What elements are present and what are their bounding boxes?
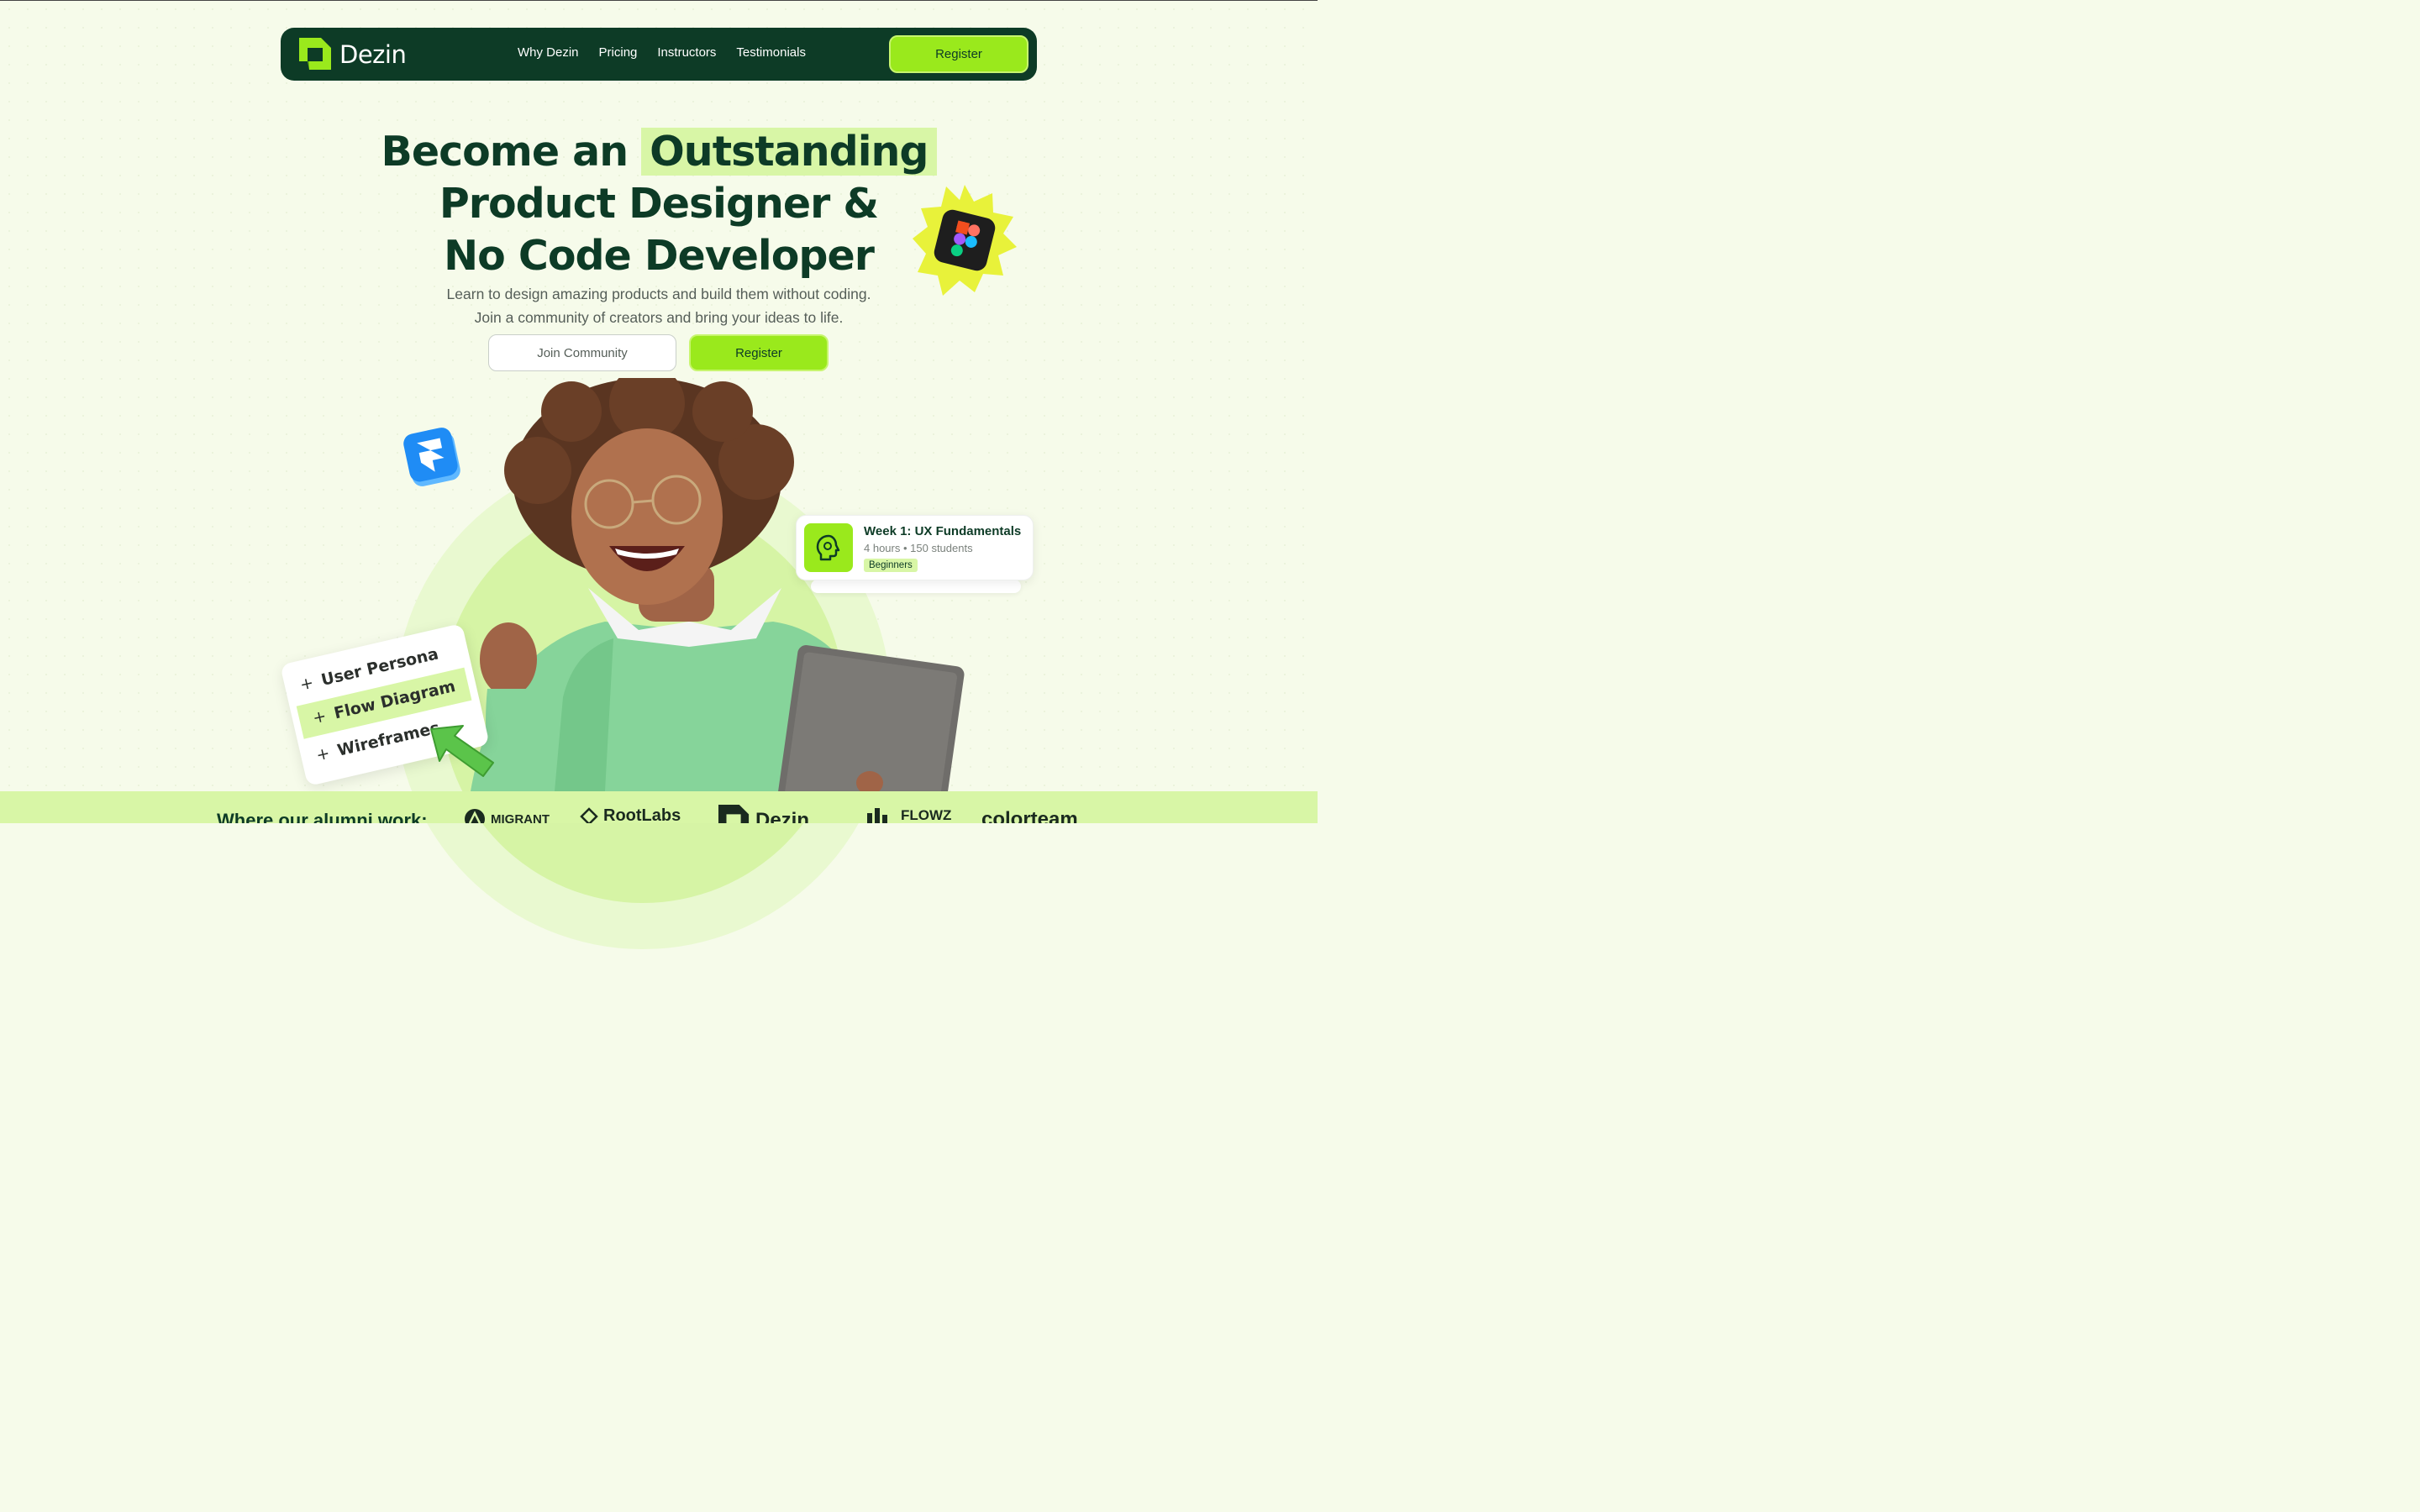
- plus-icon: +: [297, 673, 316, 695]
- migrant-logo-icon: [465, 809, 485, 823]
- alumni-logo-text: Dezin: [755, 809, 810, 823]
- dezin-logo-icon: [299, 38, 331, 70]
- alumni-logo-migrant: MIGRANT: [464, 808, 550, 823]
- course-card-stack-shadow: [811, 580, 1021, 593]
- brain-gear-icon: [804, 523, 853, 572]
- brand-logo[interactable]: Dezin: [299, 38, 407, 71]
- cursor-arrow-icon: [430, 725, 494, 777]
- flowz-logo-icon: [867, 808, 887, 823]
- hero-subtitle: Learn to design amazing products and bui…: [323, 282, 995, 329]
- alumni-logo-flowz: FLOWZ: [867, 806, 951, 823]
- plus-icon: +: [311, 706, 329, 728]
- course-level-badge: Beginners: [864, 559, 918, 572]
- hero-title-highlight: Outstanding: [641, 128, 937, 176]
- alumni-logo-text: MIGRANT: [491, 811, 550, 824]
- alumni-logo-text: colorteam: [981, 808, 1078, 823]
- nav-link-testimonials[interactable]: Testimonials: [736, 45, 806, 60]
- course-meta: 4 hours • 150 students: [864, 542, 973, 554]
- top-navbar: Dezin Why Dezin Pricing Instructors Test…: [281, 28, 1037, 81]
- alumni-logo-text: FLOWZ: [901, 807, 952, 823]
- nav-link-why-dezin[interactable]: Why Dezin: [518, 45, 579, 60]
- hero-register-button[interactable]: Register: [689, 334, 829, 371]
- alumni-logo-rootlabs: RootLabs: [580, 806, 681, 823]
- course-card[interactable]: Week 1: UX Fundamentals 4 hours • 150 st…: [796, 515, 1034, 580]
- brand-name: Dezin: [339, 40, 407, 69]
- alumni-logo-colorteam: colorteam: [981, 808, 1078, 823]
- hero-title: Become an Outstanding Product Designer &…: [323, 126, 995, 282]
- dezin-logo-icon: [718, 805, 750, 823]
- figma-icon: [913, 185, 1017, 296]
- plus-icon: +: [314, 743, 332, 765]
- hero-title-prefix: Become an: [381, 128, 642, 176]
- alumni-label: Where our alumni work:: [217, 810, 428, 823]
- alumni-logos-bar: Where our alumni work: MIGRANT RootLabs …: [0, 791, 1318, 823]
- alumni-logo-dezin: Dezin: [718, 805, 809, 823]
- course-title: Week 1: UX Fundamentals: [864, 524, 1022, 538]
- hero-subtitle-line1: Learn to design amazing products and bui…: [446, 286, 871, 302]
- hero-title-line3: No Code Developer: [444, 232, 875, 280]
- join-community-button[interactable]: Join Community: [488, 334, 676, 371]
- nav-links: Why Dezin Pricing Instructors Testimonia…: [518, 45, 806, 60]
- nav-link-instructors[interactable]: Instructors: [657, 45, 716, 60]
- rootlabs-logo-icon: [580, 806, 598, 823]
- window-edge: [0, 0, 1318, 1]
- alumni-logo-text: RootLabs: [603, 806, 681, 823]
- hero-title-line2: Product Designer &: [439, 180, 879, 228]
- nav-link-pricing[interactable]: Pricing: [599, 45, 638, 60]
- nav-register-button[interactable]: Register: [889, 35, 1028, 73]
- hero-subtitle-line2: Join a community of creators and bring y…: [474, 309, 844, 326]
